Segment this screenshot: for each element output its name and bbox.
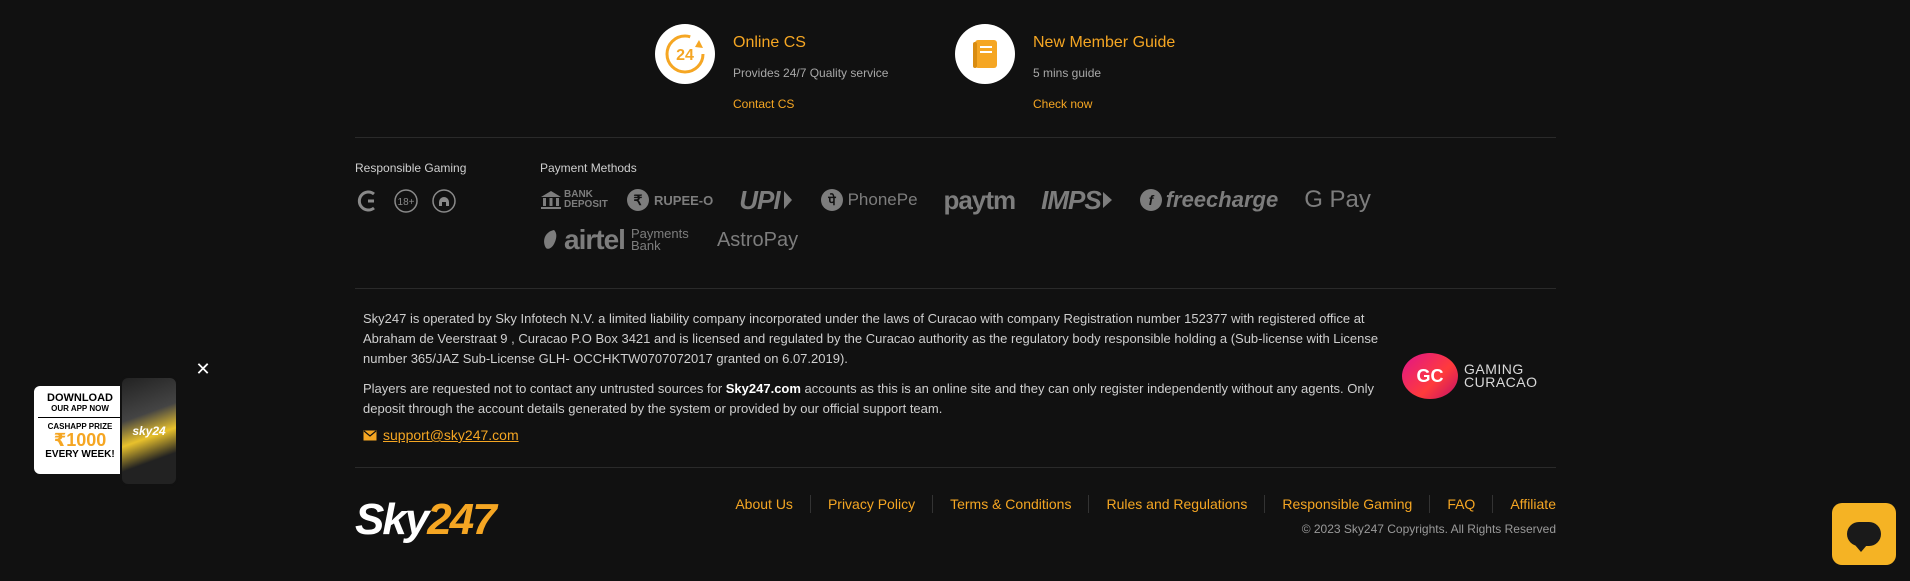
chat-bubble-icon [1847,522,1881,552]
responsible-gaming-link[interactable]: Responsible Gaming [1264,495,1429,513]
responsible-gaming-label: Responsible Gaming [355,161,467,175]
support-email-link[interactable]: support@sky247.com [383,427,519,443]
upi-icon: UPI [739,185,793,216]
svg-text:18+: 18+ [398,197,415,208]
faq-link[interactable]: FAQ [1429,495,1492,513]
member-guide-description: 5 mins guide [1033,66,1102,80]
email-row: support@sky247.com [363,427,519,443]
terms-conditions-link[interactable]: Terms & Conditions [932,495,1088,513]
contact-cs-link[interactable]: Contact CS [733,97,888,111]
close-icon[interactable]: ✕ [194,360,212,378]
age-18-plus-icon[interactable]: 18+ [393,188,419,214]
online-cs-item: 24 Online CS Provides 24/7 Quality servi… [655,24,955,111]
book-icon [955,24,1015,84]
member-guide-item: New Member Guide 5 mins guide Check now [955,24,1255,111]
footer-nav: About Us Privacy Policy Terms & Conditio… [718,495,1556,513]
license-paragraph: Sky247 is operated by Sky Infotech N.V. … [363,311,1379,366]
mail-icon [363,430,377,440]
bank-deposit-icon: BANK DEPOSIT [540,189,608,211]
gambling-therapy-icon[interactable] [431,188,457,214]
app-download-promo[interactable]: DOWNLOAD OUR APP NOW CASHAPP PRIZE ₹1000… [34,360,211,486]
sky247-logo[interactable]: Sky 247 [355,490,497,550]
svg-text:24: 24 [676,47,694,64]
online-cs-title: Online CS [733,34,806,51]
phonepe-icon: पे PhonePe [820,188,918,212]
divider [355,137,1556,138]
gamcare-icon[interactable] [355,188,381,214]
gpay-icon: G Pay [1304,186,1371,213]
check-now-link[interactable]: Check now [1033,97,1175,111]
paytm-icon: paytm [943,184,1017,215]
freecharge-icon: f freecharge [1139,187,1278,213]
promo-phone-image: sky24 [120,376,178,486]
legal-text: Sky247 is operated by Sky Infotech N.V. … [363,309,1403,419]
affiliate-link[interactable]: Affiliate [1492,495,1556,513]
site-name: Sky247.com [725,381,801,396]
support-row: 24 Online CS Provides 24/7 Quality servi… [655,24,1255,111]
payment-logos: BANK DEPOSIT ₹ RUPEE-O UPI पे PhonePe pa… [540,184,1440,256]
payment-methods-label: Payment Methods [540,161,637,175]
divider [355,467,1556,468]
svg-text:₹: ₹ [634,192,643,208]
divider [355,288,1556,289]
imps-icon: IMPS [1041,185,1113,216]
privacy-policy-link[interactable]: Privacy Policy [809,495,932,513]
copyright: © 2023 Sky247 Copyrights. All Rights Res… [1301,522,1556,536]
member-guide-title: New Member Guide [1033,34,1176,51]
gaming-curacao-logo[interactable]: GC GAMING CURACAO [1402,352,1552,400]
warning-paragraph: Players are requested not to contact any… [363,381,1375,416]
astropay-icon: AstroPay [716,228,799,251]
rupee-o-icon: ₹ RUPEE-O [626,188,713,212]
online-cs-description: Provides 24/7 Quality service [733,66,889,80]
live-chat-button[interactable] [1832,503,1896,565]
responsible-gaming-icons: 18+ [355,188,457,214]
airtel-icon: airtel Payments Bank [540,224,691,256]
svg-text:पे: पे [827,193,836,208]
about-us-link[interactable]: About Us [718,495,810,513]
promo-card[interactable]: DOWNLOAD OUR APP NOW CASHAPP PRIZE ₹1000… [34,386,126,474]
24-hours-icon: 24 [655,24,715,84]
rules-regulations-link[interactable]: Rules and Regulations [1088,495,1264,513]
